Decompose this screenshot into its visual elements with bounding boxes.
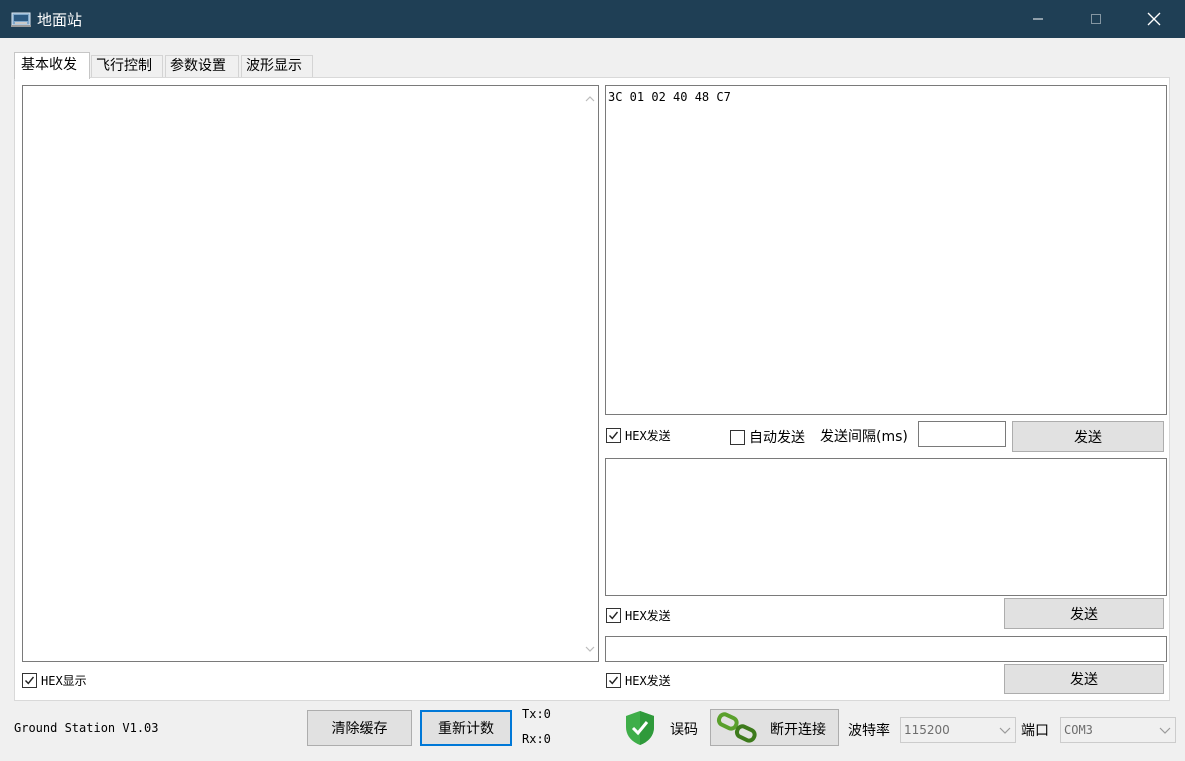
send-input-3[interactable]	[605, 636, 1167, 662]
chevron-down-icon	[999, 727, 1011, 734]
scroll-down-icon[interactable]	[581, 640, 598, 657]
auto-send-checkbox[interactable]: 自动发送	[730, 427, 805, 447]
send-interval-text: 发送间隔(ms)	[820, 429, 908, 445]
close-icon	[1147, 12, 1161, 26]
hex-send-checkbox-3[interactable]: HEX发送	[606, 672, 671, 689]
send-textarea-2[interactable]	[605, 458, 1167, 596]
port-label: 端口	[1021, 723, 1049, 739]
hex-display-checkbox[interactable]: HEX显示	[22, 672, 87, 689]
error-code-label: 误码	[670, 722, 698, 738]
baud-rate-value: 115200	[904, 723, 950, 737]
window-title: 地面站	[37, 11, 83, 29]
hex-send-checkbox-2[interactable]: HEX发送	[606, 607, 671, 624]
checkbox-box[interactable]	[606, 673, 621, 688]
send-button-2[interactable]: 发送	[1004, 598, 1164, 629]
scroll-up-icon[interactable]	[581, 90, 598, 107]
minimize-icon	[1033, 18, 1043, 20]
send-interval-value	[919, 422, 1005, 430]
send-interval-label: 发送间隔(ms)	[820, 426, 908, 446]
checkbox-box[interactable]	[606, 428, 621, 443]
reset-count-button[interactable]: 重新计数	[420, 710, 512, 746]
send-content-3	[606, 637, 1166, 645]
disconnect-label: 断开连接	[770, 722, 826, 738]
checkbox-box[interactable]	[730, 429, 745, 445]
hex-send-label-3: HEX发送	[625, 674, 671, 688]
clear-cache-button[interactable]: 清除缓存	[307, 710, 412, 746]
chain-link-icon	[716, 712, 757, 743]
hex-send-label-2: HEX发送	[625, 609, 671, 623]
tab-waveform-display[interactable]: 波形显示	[241, 55, 313, 78]
chevron-down-icon	[1159, 727, 1171, 734]
baud-rate-label: 波特率	[848, 723, 890, 739]
disconnect-button[interactable]: 断开连接	[710, 709, 839, 746]
send-button-3[interactable]: 发送	[1004, 664, 1164, 694]
hex-display-label: HEX显示	[41, 674, 87, 688]
minimize-button[interactable]	[1010, 0, 1066, 38]
port-select[interactable]: COM3	[1060, 717, 1176, 743]
checkmark-icon	[608, 611, 619, 620]
tx-count: Tx:0	[522, 707, 551, 721]
checkbox-box[interactable]	[606, 608, 621, 623]
close-button[interactable]	[1126, 0, 1182, 38]
receive-scrollbar[interactable]	[581, 86, 598, 661]
send-button-1[interactable]: 发送	[1012, 421, 1164, 452]
send-content-1: 3C 01 02 40 48 C7	[608, 90, 731, 104]
maximize-icon	[1091, 14, 1101, 24]
checkmark-icon	[608, 431, 619, 440]
baud-rate-select[interactable]: 115200	[900, 717, 1016, 743]
hex-send-label-1: HEX发送	[625, 429, 671, 443]
send-content-2	[606, 459, 1166, 465]
auto-send-label: 自动发送	[749, 430, 805, 446]
rx-count: Rx:0	[522, 732, 551, 746]
receive-content	[23, 86, 598, 92]
send-interval-input[interactable]	[918, 421, 1006, 447]
send-textarea-1[interactable]: 3C 01 02 40 48 C7	[605, 85, 1167, 415]
version-label: Ground Station V1.03	[14, 721, 159, 735]
checkmark-icon	[24, 676, 35, 685]
tab-flight-control[interactable]: 飞行控制	[91, 55, 163, 78]
receive-textarea[interactable]	[22, 85, 599, 662]
maximize-button[interactable]	[1068, 0, 1124, 38]
shield-check-icon	[626, 711, 654, 745]
ground-station-icon	[11, 12, 31, 27]
tab-parameter-settings[interactable]: 参数设置	[165, 55, 239, 78]
port-value: COM3	[1064, 723, 1093, 737]
checkmark-icon	[608, 676, 619, 685]
tab-basic-io[interactable]: 基本收发	[14, 52, 90, 79]
checkbox-box[interactable]	[22, 673, 37, 688]
title-bar: 地面站	[0, 0, 1185, 38]
hex-send-checkbox-1[interactable]: HEX发送	[606, 427, 671, 444]
